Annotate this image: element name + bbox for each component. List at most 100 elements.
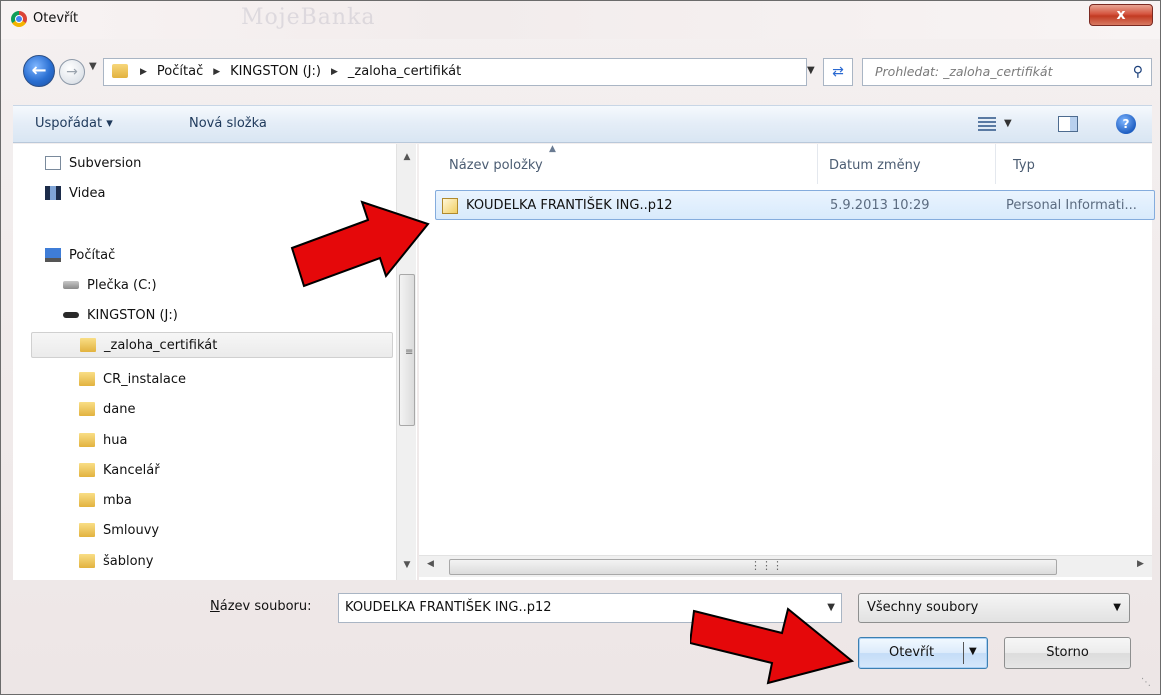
search-input[interactable]: Prohledat: _zaloha_certifikát ⚲ [862, 58, 1152, 86]
tree-item-label: šablony [103, 553, 154, 569]
usb-drive-icon [63, 312, 79, 318]
file-list-scrollbar[interactable]: ◀ ⋮⋮⋮ ▶ [419, 555, 1152, 577]
chevron-right-icon[interactable]: ▶ [136, 67, 151, 77]
file-date: 5.9.2013 10:29 [830, 198, 930, 213]
red-arrow-annotation-file [290, 200, 430, 288]
filename-label: Název souboru: [210, 599, 311, 614]
folder-icon [79, 523, 95, 537]
column-header-date[interactable]: Datum změny [829, 158, 921, 173]
scrollbar-thumb[interactable]: ≡ [399, 274, 415, 426]
tree-item-kancelar[interactable]: Kancelář [79, 457, 160, 483]
sort-ascending-icon: ▲ [549, 144, 556, 154]
filename-value: KOUDELKA FRANTIŠEK ING..p12 [345, 600, 552, 615]
tree-item-label: _zaloha_certifikát [104, 337, 218, 353]
column-divider[interactable] [995, 144, 996, 184]
help-icon[interactable]: ? [1116, 114, 1136, 134]
tree-item-label: Subversion [69, 155, 142, 171]
tree-item-label: CR_instalace [103, 371, 187, 387]
folder-icon [79, 402, 95, 416]
folder-icon [79, 372, 95, 386]
red-arrow-annotation-open [690, 607, 855, 685]
tree-item-label: Počítač [69, 247, 116, 263]
folder-icon [79, 433, 95, 447]
resize-grip-icon[interactable]: ⋱ [1141, 677, 1151, 688]
folder-icon [79, 463, 95, 477]
file-type-filter-value: Všechny soubory [867, 600, 979, 615]
document-icon [45, 156, 61, 170]
search-placeholder: Prohledat: _zaloha_certifikát [875, 64, 1053, 79]
background-bleed-text: MojeBanka [241, 5, 376, 30]
column-header-name[interactable]: Název položky [449, 158, 543, 173]
column-header-type[interactable]: Typ [1013, 158, 1035, 173]
new-folder-button[interactable]: Nová složka [189, 116, 267, 131]
certificate-file-icon [442, 198, 458, 214]
grip-icon: ⋮⋮⋮ [750, 559, 783, 572]
scroll-up-icon[interactable]: ▲ [397, 152, 417, 162]
folder-icon [79, 493, 95, 507]
scroll-down-icon[interactable]: ▼ [397, 560, 417, 570]
chevron-right-icon[interactable]: ▶ [327, 67, 342, 77]
file-name: KOUDELKA FRANTIŠEK ING..p12 [466, 198, 673, 213]
scroll-left-icon[interactable]: ◀ [427, 559, 434, 569]
folder-icon [112, 64, 128, 78]
tree-item-hua[interactable]: hua [79, 427, 127, 453]
tree-item-mba[interactable]: mba [79, 487, 132, 513]
chevron-right-icon[interactable]: ▶ [209, 67, 224, 77]
refresh-button[interactable]: ⇄ [823, 58, 853, 86]
file-type: Personal Informati... [1006, 198, 1137, 213]
tree-item-label: hua [103, 432, 128, 448]
tree-item-label: dane [103, 401, 136, 417]
folder-icon [80, 338, 96, 352]
file-list: ▲ Název položky Datum změny Typ KOUDELKA… [419, 144, 1155, 580]
tree-item-label: Kancelář [103, 462, 160, 478]
cancel-button[interactable]: Storno [1004, 637, 1131, 669]
tree-item-drive-c[interactable]: Plečka (C:) [63, 272, 157, 298]
tree-item-label: KINGSTON (J:) [87, 307, 178, 323]
tree-item-computer[interactable]: Počítač [45, 242, 115, 268]
open-button-label: Otevřít [889, 645, 935, 660]
open-options-dropdown-icon[interactable]: ▼ [969, 646, 977, 657]
breadcrumb-item[interactable]: _zaloha_certifikát [348, 64, 461, 79]
organize-button[interactable]: Uspořádat ▾ [35, 116, 113, 131]
file-row[interactable]: KOUDELKA FRANTIŠEK ING..p12 5.9.2013 10:… [435, 190, 1155, 220]
view-options-icon[interactable] [978, 117, 996, 131]
tree-item-label: mba [103, 492, 132, 508]
tree-item-label: Plečka (C:) [87, 277, 157, 293]
scroll-right-icon[interactable]: ▶ [1137, 559, 1144, 569]
tree-item-kingston[interactable]: KINGSTON (J:) [63, 302, 178, 328]
tree-item-dane[interactable]: dane [79, 396, 135, 422]
chevron-down-icon[interactable]: ▼ [1113, 594, 1121, 622]
grip-icon: ≡ [405, 347, 414, 358]
tree-item-subversion[interactable]: Subversion [45, 150, 141, 176]
view-dropdown-icon[interactable]: ▼ [1004, 118, 1012, 129]
tree-item-cr-instalace[interactable]: CR_instalace [79, 366, 186, 392]
window-title: Otevřít [33, 11, 79, 26]
tree-item-videa[interactable]: Videa [45, 180, 105, 206]
toolbar: Uspořádat ▾ Nová složka ▼ ? [13, 105, 1152, 143]
tree-item-label: Videa [69, 185, 106, 201]
open-button[interactable]: Otevřít ▼ [858, 637, 988, 669]
address-bar[interactable]: ▶ Počítač ▶ KINGSTON (J:) ▶ _zaloha_cert… [103, 58, 807, 86]
navigation-bar: ← → ▼ ▶ Počítač ▶ KINGSTON (J:) ▶ _zaloh… [1, 53, 1160, 93]
back-button[interactable]: ← [23, 55, 55, 87]
scrollbar-thumb[interactable]: ⋮⋮⋮ [449, 559, 1057, 575]
close-button[interactable]: x [1089, 4, 1153, 26]
title-bar: MojeBanka Otevřít x [1, 1, 1160, 39]
preview-pane-icon[interactable] [1058, 116, 1078, 132]
breadcrumb-item[interactable]: KINGSTON (J:) [230, 64, 321, 79]
address-dropdown-icon[interactable]: ▼ [807, 65, 815, 76]
recent-locations-dropdown-icon[interactable]: ▼ [89, 61, 97, 72]
hard-drive-icon [63, 281, 79, 289]
open-file-dialog: MojeBanka Otevřít x ← → ▼ ▶ Počítač ▶ KI… [0, 0, 1161, 695]
computer-icon [45, 248, 61, 262]
file-type-filter-select[interactable]: Všechny soubory ▼ [858, 593, 1130, 623]
tree-item-label: Smlouvy [103, 522, 160, 538]
search-icon[interactable]: ⚲ [1133, 59, 1143, 85]
forward-button[interactable]: → [59, 59, 85, 85]
tree-item-zaloha-certifikat[interactable]: _zaloha_certifikát [31, 332, 393, 358]
video-icon [45, 186, 61, 200]
tree-item-smlouvy[interactable]: Smlouvy [79, 517, 159, 543]
breadcrumb-item[interactable]: Počítač [157, 64, 203, 79]
column-divider[interactable] [817, 144, 818, 184]
tree-item-sablony[interactable]: šablony [79, 548, 154, 574]
